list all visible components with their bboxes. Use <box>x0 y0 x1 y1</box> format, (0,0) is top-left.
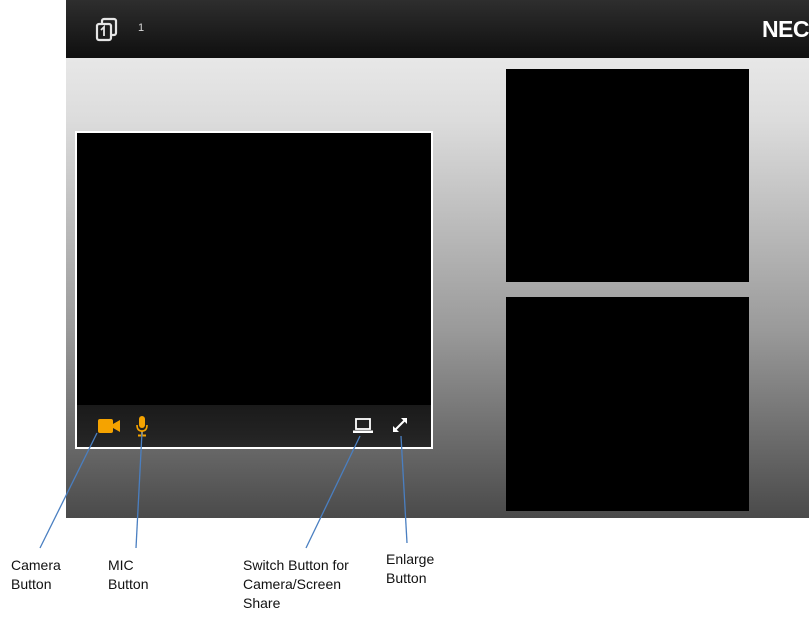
switch-annotation-line <box>305 435 361 549</box>
annotation-line-text: Button <box>386 570 427 586</box>
annotation-line-text: Button <box>108 576 149 592</box>
annotation-lines <box>39 431 408 549</box>
annotation-line-text: Enlarge <box>386 551 435 567</box>
annotation-line-text: MIC <box>108 557 134 573</box>
enlarge-button-annotation: Enlarge Button <box>386 550 434 588</box>
enlarge-annotation-line <box>400 435 408 544</box>
annotation-line-text: Button <box>11 576 52 592</box>
annotation-line-text: Camera <box>11 557 61 573</box>
annotation-line-text: Camera/Screen <box>243 576 342 592</box>
annotation-line-text: Share <box>243 595 281 611</box>
annotation-line-text: Switch Button for <box>243 557 349 573</box>
switch-button-annotation: Switch Button for Camera/Screen Share <box>243 556 349 619</box>
camera-button-annotation: Camera Button <box>11 556 61 594</box>
camera-annotation-line <box>39 432 98 549</box>
mic-annotation-line <box>135 431 143 549</box>
mic-button-annotation: MIC Button <box>108 556 148 594</box>
